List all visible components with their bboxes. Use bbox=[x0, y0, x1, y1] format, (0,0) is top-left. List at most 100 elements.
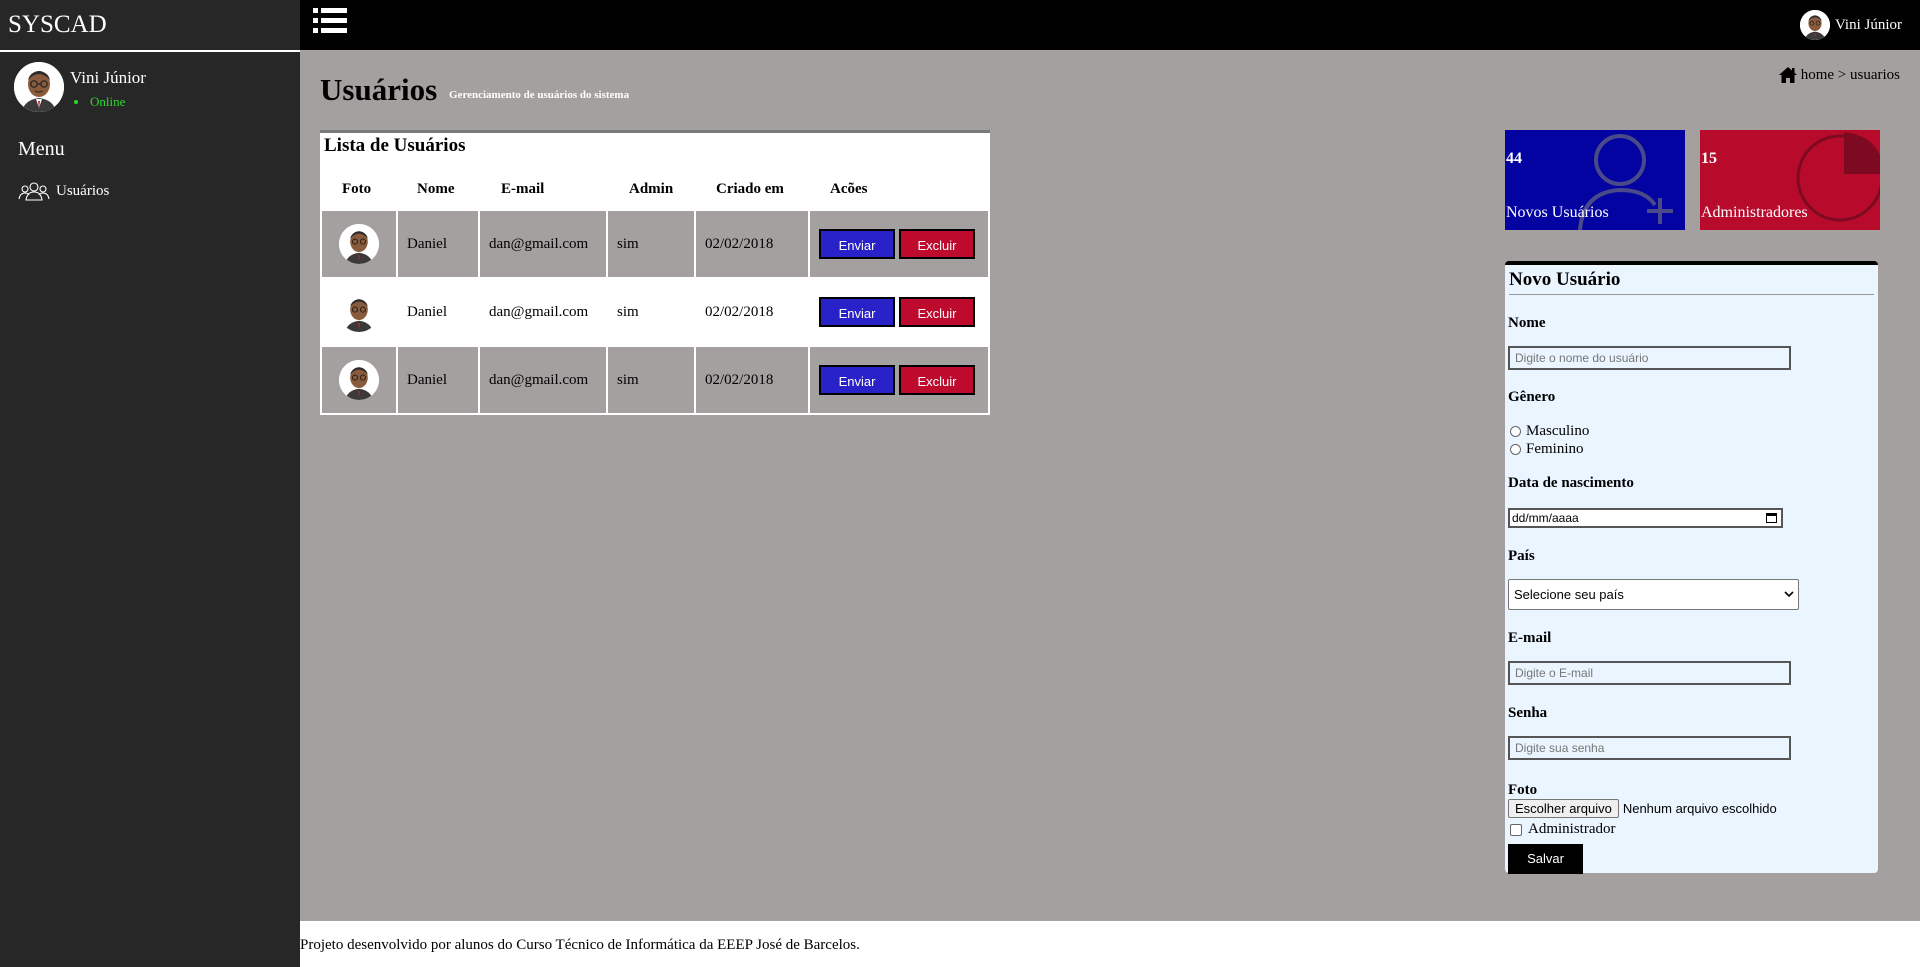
choose-file-button[interactable]: Escolher arquivo bbox=[1508, 799, 1619, 818]
new-user-form: Novo Usuário Nome Digite o nome do usuár… bbox=[1505, 261, 1878, 874]
users-icon bbox=[18, 182, 50, 201]
radio-icon[interactable] bbox=[1510, 444, 1521, 455]
table-row: Daniel dan@gmail.com sim 02/02/2018 Envi… bbox=[320, 277, 990, 347]
password-input[interactable]: Digite sua senha bbox=[1508, 736, 1791, 760]
created-cell: 02/02/2018 bbox=[694, 209, 810, 279]
column-header: Foto bbox=[342, 180, 372, 197]
photo-cell bbox=[320, 345, 398, 415]
online-dot-icon bbox=[74, 100, 78, 105]
actions-cell: Enviar Excluir bbox=[808, 345, 990, 415]
page-title: Usuários bbox=[320, 72, 438, 107]
sidebar-profile: Vini Júnior Online bbox=[0, 52, 300, 122]
country-label: País bbox=[1508, 548, 1535, 564]
delete-button[interactable]: Excluir bbox=[899, 229, 975, 259]
delete-button[interactable]: Excluir bbox=[899, 365, 975, 395]
brand-logo[interactable]: SYSCAD bbox=[0, 0, 300, 52]
name-input[interactable]: Digite o nome do usuário bbox=[1508, 346, 1791, 370]
birth-label: Data de nascimento bbox=[1508, 475, 1634, 491]
avatar bbox=[14, 62, 64, 112]
top-bar: Vini Júnior bbox=[300, 0, 1920, 50]
name-label: Nome bbox=[1508, 315, 1546, 331]
radio-icon[interactable] bbox=[1510, 426, 1521, 437]
admins-label: Administradores bbox=[1701, 204, 1808, 221]
delete-button[interactable]: Excluir bbox=[899, 297, 975, 327]
users-list-panel: Lista de Usuários Foto Nome E-mail Admin… bbox=[320, 130, 990, 415]
photo-label: Foto bbox=[1508, 782, 1538, 798]
sidebar: SYSCAD Vini Júnior Online Menu Usuários bbox=[0, 0, 300, 967]
admin-cell: sim bbox=[606, 209, 696, 279]
country-select[interactable]: Selecione seu país bbox=[1508, 579, 1799, 610]
checkbox-label: Administrador bbox=[1528, 821, 1616, 837]
users-table: Foto Nome E-mail Admin Criado em Acões D… bbox=[320, 169, 990, 415]
status-label: Online bbox=[90, 94, 126, 109]
menu-toggle-icon[interactable] bbox=[313, 7, 347, 39]
gender-option-masculino[interactable]: Masculino bbox=[1508, 423, 1589, 440]
save-button[interactable]: Salvar bbox=[1508, 844, 1583, 874]
column-header: E-mail bbox=[501, 180, 545, 197]
sidebar-user-name: Vini Júnior bbox=[70, 68, 146, 87]
footer: Projeto desenvolvido por alunos do Curso… bbox=[300, 921, 1920, 967]
admin-cell: sim bbox=[606, 345, 696, 415]
created-cell: 02/02/2018 bbox=[694, 277, 810, 347]
avatar bbox=[339, 360, 379, 400]
chevron-down-icon bbox=[1784, 591, 1794, 598]
user-menu[interactable]: Vini Júnior bbox=[1799, 10, 1902, 40]
column-header: Criado em bbox=[716, 180, 784, 197]
sidebar-item-label: Usuários bbox=[56, 182, 110, 199]
created-cell: 02/02/2018 bbox=[694, 345, 810, 415]
photo-cell bbox=[320, 277, 398, 347]
actions-cell: Enviar Excluir bbox=[808, 209, 990, 279]
send-button[interactable]: Enviar bbox=[819, 365, 895, 395]
file-status: Nenhum arquivo escolhido bbox=[1622, 801, 1777, 816]
menu-title: Menu bbox=[18, 138, 65, 160]
name-cell: Daniel bbox=[396, 209, 480, 279]
birth-date-input[interactable]: dd/mm/aaaa bbox=[1508, 508, 1783, 528]
photo-cell bbox=[320, 209, 398, 279]
country-selected: Selecione seu país bbox=[1514, 587, 1624, 602]
home-icon bbox=[1778, 67, 1797, 83]
date-placeholder: dd/mm/aaaa bbox=[1512, 511, 1579, 525]
photo-file-input[interactable]: Escolher arquivo Nenhum arquivo escolhid… bbox=[1508, 799, 1777, 818]
table-row: Daniel dan@gmail.com sim 02/02/2018 Envi… bbox=[320, 209, 990, 279]
avatar bbox=[339, 224, 379, 264]
radio-label: Feminino bbox=[1526, 441, 1584, 457]
admin-cell: sim bbox=[606, 277, 696, 347]
new-users-count: 44 bbox=[1506, 150, 1522, 167]
avatar bbox=[339, 292, 379, 332]
breadcrumb-text[interactable]: home > usuarios bbox=[1801, 67, 1900, 84]
gender-label: Gênero bbox=[1508, 389, 1556, 405]
user-status: Online bbox=[70, 94, 146, 110]
admins-count: 15 bbox=[1701, 150, 1717, 167]
email-cell: dan@gmail.com bbox=[478, 345, 608, 415]
radio-label: Masculino bbox=[1526, 423, 1590, 439]
name-cell: Daniel bbox=[396, 277, 480, 347]
name-cell: Daniel bbox=[396, 345, 480, 415]
sidebar-item-usuarios[interactable]: Usuários bbox=[18, 181, 300, 201]
admin-checkbox[interactable]: Administrador bbox=[1508, 821, 1616, 838]
admins-card[interactable]: 15 Administradores bbox=[1700, 130, 1880, 230]
send-button[interactable]: Enviar bbox=[819, 229, 895, 259]
new-users-label: Novos Usuários bbox=[1506, 204, 1609, 221]
form-title: Novo Usuário bbox=[1509, 269, 1874, 295]
calendar-icon[interactable] bbox=[1766, 512, 1777, 523]
avatar bbox=[1799, 10, 1830, 40]
breadcrumb[interactable]: home > usuarios bbox=[1778, 66, 1900, 84]
gender-option-feminino[interactable]: Feminino bbox=[1508, 441, 1584, 458]
table-row: Daniel dan@gmail.com sim 02/02/2018 Envi… bbox=[320, 345, 990, 415]
email-cell: dan@gmail.com bbox=[478, 277, 608, 347]
top-user-name: Vini Júnior bbox=[1834, 16, 1902, 33]
actions-cell: Enviar Excluir bbox=[808, 277, 990, 347]
column-header: Nome bbox=[417, 180, 455, 197]
footer-text: Projeto desenvolvido por alunos do Curso… bbox=[300, 937, 860, 953]
checkbox-icon[interactable] bbox=[1510, 823, 1522, 836]
new-users-card[interactable]: 44 Novos Usuários bbox=[1505, 130, 1685, 230]
page-subtitle: Gerenciamento de usuários do sistema bbox=[449, 89, 630, 101]
email-label: E-mail bbox=[1508, 630, 1552, 646]
column-header: Admin bbox=[629, 180, 674, 197]
password-label: Senha bbox=[1508, 705, 1548, 721]
send-button[interactable]: Enviar bbox=[819, 297, 895, 327]
users-list-heading: Lista de Usuários bbox=[324, 135, 466, 156]
email-input[interactable]: Digite o E-mail bbox=[1508, 661, 1791, 685]
column-header: Acões bbox=[830, 180, 868, 197]
email-cell: dan@gmail.com bbox=[478, 209, 608, 279]
